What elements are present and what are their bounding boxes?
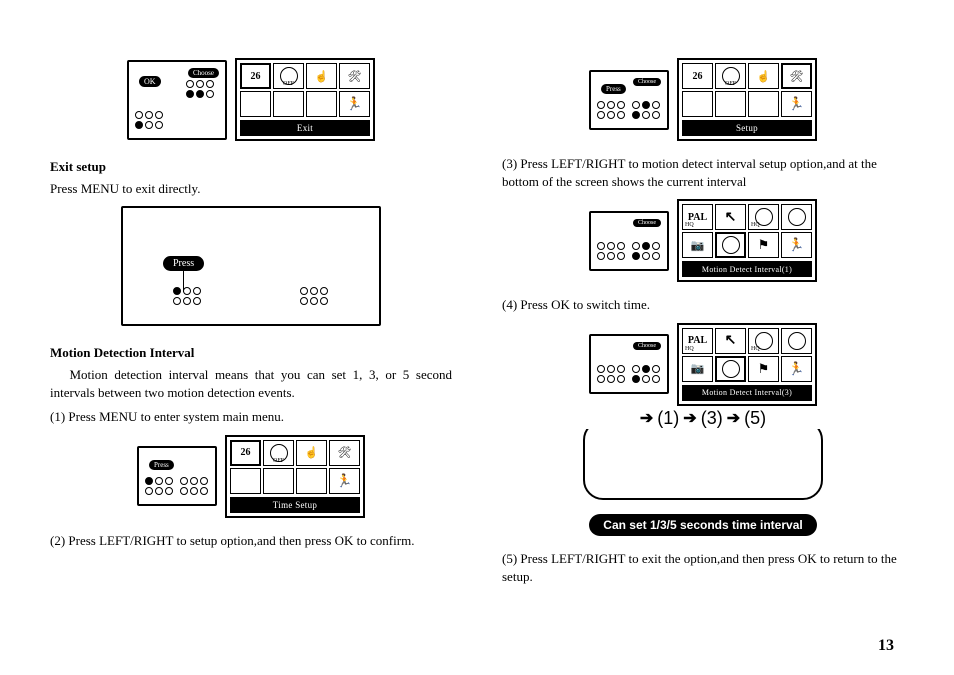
controller-pad: Choose [589, 334, 669, 394]
figure-exit: OK Choose 26 OFF [50, 58, 452, 144]
run-icon [781, 356, 812, 382]
screen-mdi-1: PALHQ HQ Motion Detect Interval(1) [677, 199, 817, 282]
mdi-heading: Motion Detection Interval [50, 344, 452, 362]
run-icon [781, 91, 812, 117]
page-number: 13 [878, 637, 894, 655]
shutter-icon: OFF [263, 440, 294, 466]
dpad-left [597, 365, 626, 384]
screen-time-setup: 26 OFF Time Setup [225, 435, 365, 518]
shutter-icon: HQ [748, 204, 779, 230]
hand-icon [748, 63, 779, 89]
controller-pad: Press Choose [589, 70, 669, 130]
screen-exit: 26 OFF Exit [235, 58, 375, 141]
shutter-icon: OFF [273, 63, 304, 89]
calendar-icon: 26 [240, 63, 271, 89]
dpad-right [632, 101, 661, 120]
dpad-right [632, 365, 661, 384]
hand-icon [296, 440, 327, 466]
choose-bubble: Choose [633, 78, 661, 86]
calendar-icon: 26 [682, 63, 713, 89]
ok-bubble: OK [139, 76, 161, 87]
figure-time-setup: Press 26 OFF [50, 435, 452, 518]
step-2: (2) Press LEFT/RIGHT to setup option,and… [50, 532, 452, 550]
tools-icon [781, 63, 812, 89]
flag-icon [748, 232, 779, 258]
hand-icon [306, 63, 337, 89]
exit-body: Press MENU to exit directly. [50, 180, 452, 198]
step-3: (3) Press LEFT/RIGHT to motion detect in… [502, 155, 904, 191]
screen-setup: 26 OFF Setup [677, 58, 817, 141]
dpad-right [632, 242, 661, 261]
controller-pad: Choose [589, 211, 669, 271]
screen-bar-mdi1: Motion Detect Interval(1) [682, 261, 812, 277]
dpad-right [180, 477, 209, 496]
right-column: Press Choose 26 OFF [502, 50, 904, 645]
calendar-icon: 26 [230, 440, 261, 466]
press-bubble: Press [601, 84, 626, 94]
cycle-caption: Can set 1/3/5 seconds time interval [589, 514, 816, 536]
dpad-a [173, 287, 202, 306]
cursor-icon [715, 328, 746, 354]
dpad-left [145, 477, 174, 496]
controller-pad: OK Choose [127, 60, 227, 140]
shutter-icon [715, 356, 746, 382]
run-icon [339, 91, 370, 117]
dpad-left [135, 111, 164, 130]
shutter-icon: OFF [715, 63, 746, 89]
tools-icon [329, 440, 360, 466]
mdi-body: Motion detection interval means that you… [50, 366, 452, 402]
step-4: (4) Press OK to switch time. [502, 296, 904, 314]
screen-bar-mdi3: Motion Detect Interval(3) [682, 385, 812, 401]
dpad-left [597, 101, 626, 120]
step-1: (1) Press MENU to enter system main menu… [50, 408, 452, 426]
pal-icon: PALHQ [682, 328, 713, 354]
crop-icon [781, 328, 812, 354]
arrow-icon [640, 408, 653, 428]
step-5: (5) Press LEFT/RIGHT to exit the option,… [502, 550, 904, 586]
arrow-icon [683, 408, 696, 428]
shutter-icon: HQ [748, 328, 779, 354]
cam-icon [682, 356, 713, 382]
figure-press: Press [50, 206, 452, 330]
arrow-icon [727, 408, 740, 428]
run-icon [781, 232, 812, 258]
flag-icon [748, 356, 779, 382]
figure-cycle: (1) (3) (5) Can set 1/3/5 seconds time i… [502, 420, 904, 536]
cycle-1: (1) [657, 408, 679, 429]
controller-pad: Press [137, 446, 217, 506]
exit-heading: Exit setup [50, 158, 452, 176]
cursor-icon [715, 204, 746, 230]
figure-mdi-3: Choose PALHQ HQ [502, 323, 904, 406]
choose-bubble: Choose [633, 219, 661, 227]
press-bubble: Press [149, 460, 174, 470]
screen-mdi-3: PALHQ HQ Motion Detect Interval(3) [677, 323, 817, 406]
press-bubble: Press [163, 256, 204, 271]
screen-bar-time: Time Setup [230, 497, 360, 513]
choose-bubble: Choose [188, 68, 219, 78]
shutter-icon [715, 232, 746, 258]
choose-bubble: Choose [633, 342, 661, 350]
pal-icon: PALHQ [682, 204, 713, 230]
dpad-right [186, 80, 215, 99]
cycle-3: (3) [701, 408, 723, 429]
crop-icon [781, 204, 812, 230]
screen-bar-setup: Setup [682, 120, 812, 136]
figure-mdi-1: Choose PALHQ HQ [502, 199, 904, 282]
run-icon [329, 468, 360, 494]
left-column: OK Choose 26 OFF [50, 50, 452, 645]
cycle-5: (5) [744, 408, 766, 429]
figure-setup: Press Choose 26 OFF [502, 58, 904, 141]
tools-icon [339, 63, 370, 89]
dpad-left [597, 242, 626, 261]
screen-bar-exit: Exit [240, 120, 370, 136]
cam-icon [682, 232, 713, 258]
dpad-b [300, 287, 329, 306]
